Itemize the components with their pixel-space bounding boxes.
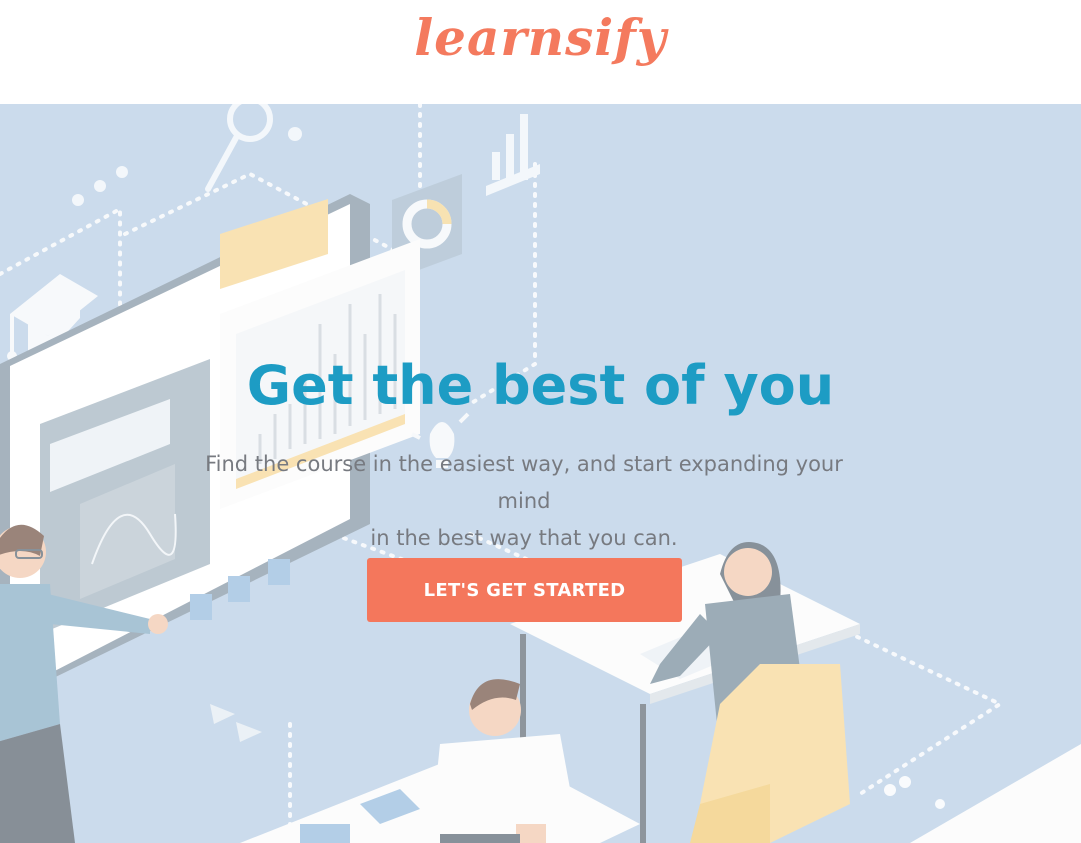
site-header: learnsify <box>0 0 1081 104</box>
get-started-button[interactable]: LET'S GET STARTED <box>367 558 682 622</box>
hero-subtitle-line-1: Find the course in the easiest way, and … <box>205 452 843 513</box>
hero-subtitle: Find the course in the easiest way, and … <box>180 446 868 557</box>
hero-subtitle-line-2: in the best way that you can. <box>370 526 678 550</box>
logo[interactable]: learnsify <box>0 8 1081 67</box>
hero-headline: Get the best of you <box>246 354 835 417</box>
hero-section: Get the best of you Find the course in t… <box>0 104 1081 843</box>
